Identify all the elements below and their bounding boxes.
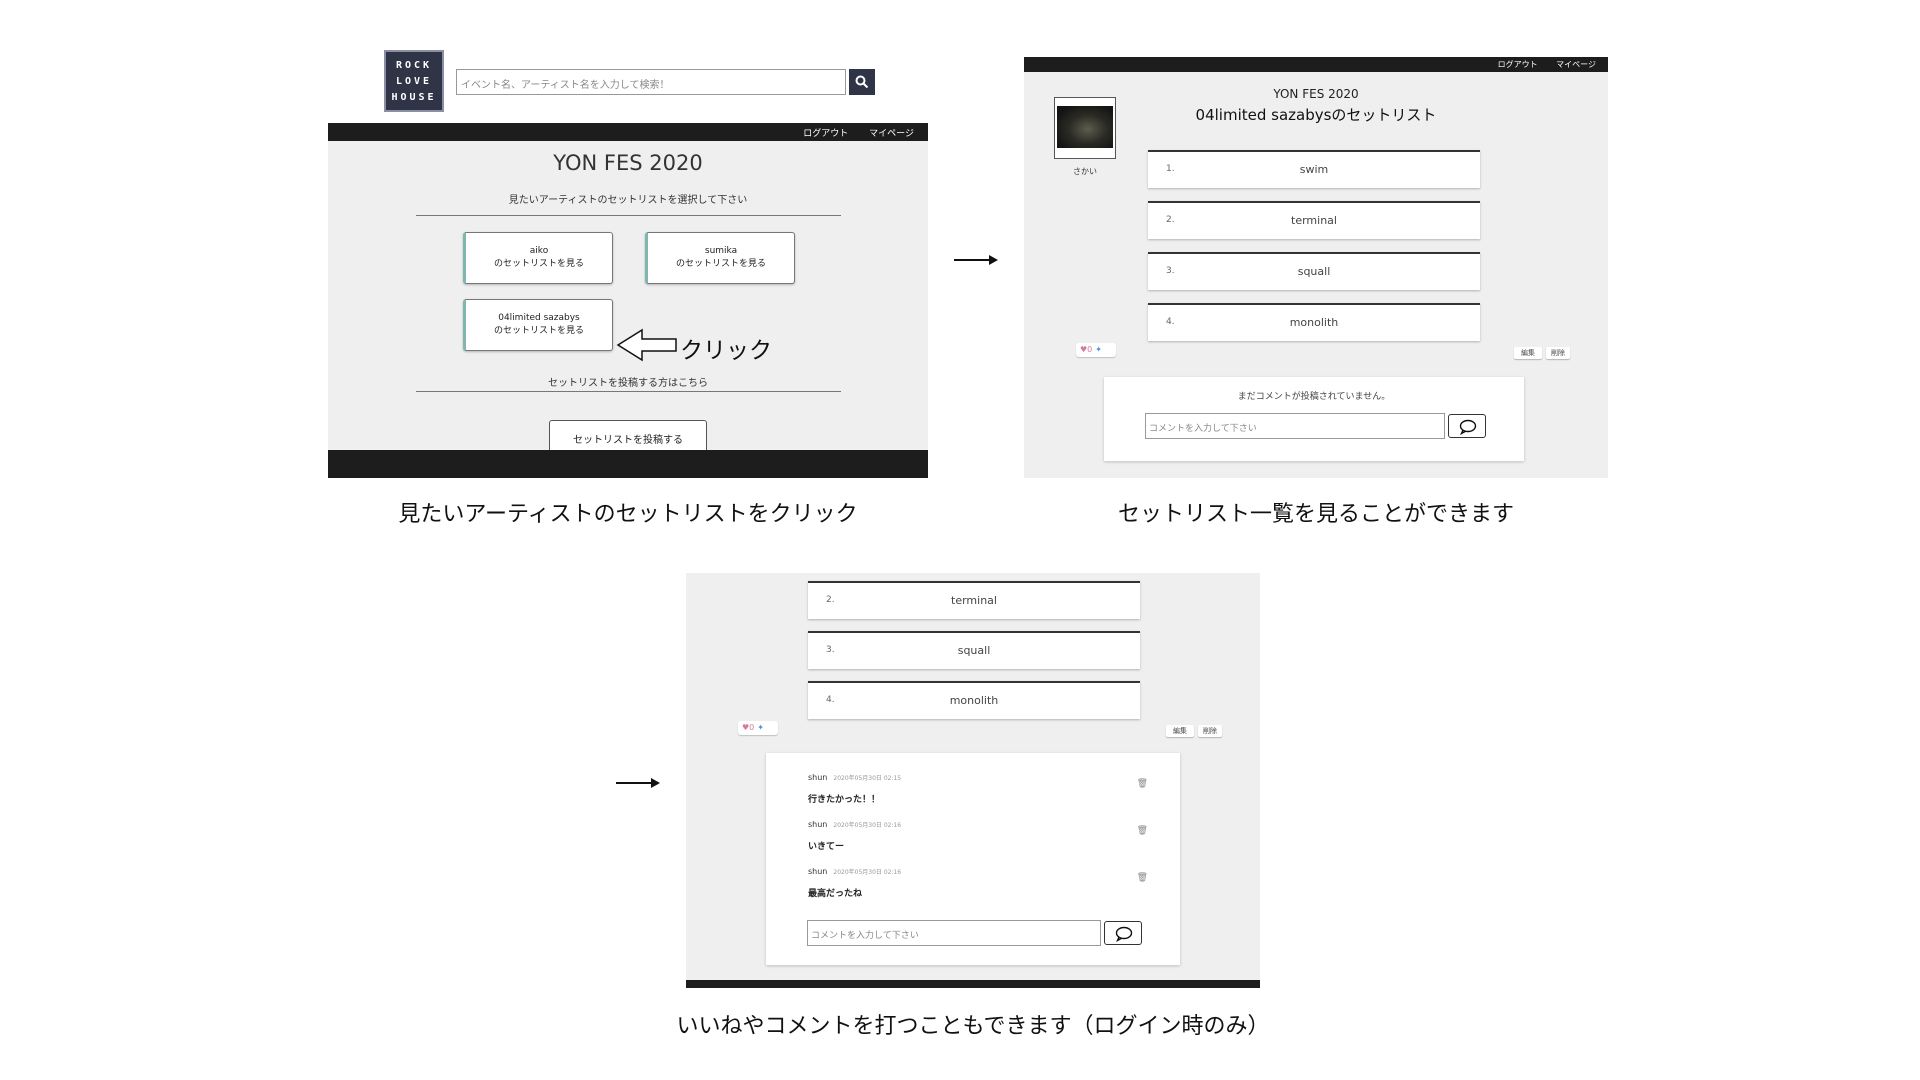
setlist-song: 2. terminal xyxy=(808,581,1140,619)
search-icon xyxy=(855,75,869,89)
artist-button-sumika[interactable]: sumika のセットリストを見る xyxy=(645,232,795,284)
edit-button[interactable]: 編集 xyxy=(1514,347,1542,359)
trash-icon[interactable]: 🗑 xyxy=(1137,779,1148,789)
logo-line: ROCK xyxy=(395,60,433,71)
delete-button[interactable]: 削除 xyxy=(1546,347,1570,359)
comment-input[interactable]: コメントを入力して下さい xyxy=(807,920,1101,946)
song-name: swim xyxy=(1299,163,1329,176)
caption-1: 見たいアーティストのセットリストをクリック xyxy=(398,502,858,527)
comment-date: 2020年05月30日 02:16 xyxy=(833,869,902,876)
search-input[interactable]: イベント名、アーティスト名を入力して検索！ xyxy=(456,69,846,95)
edit-button[interactable]: 編集 xyxy=(1166,725,1194,737)
comment-text: 行きたかった！！ xyxy=(808,795,881,805)
divider xyxy=(416,215,841,216)
comment-date: 2020年05月30日 02:16 xyxy=(833,822,902,829)
song-name: terminal xyxy=(1291,214,1337,227)
logout-link[interactable]: ログアウト xyxy=(1498,60,1538,69)
artist-name: aiko xyxy=(529,246,549,256)
setlist-song: 3. squall xyxy=(1148,252,1480,290)
post-setlist-button[interactable]: セットリストを投稿する xyxy=(549,420,707,454)
panel-event-page: ROCK LOVE HOUSE イベント名、アーティスト名を入力して検索！ ログ… xyxy=(328,50,928,478)
panel-comments-page: 2. terminal 3. squall 4. monolith ♥0 ✦ 編集… xyxy=(686,573,1260,988)
comment-submit-button[interactable] xyxy=(1448,414,1486,438)
logo-line: HOUSE xyxy=(391,92,437,103)
comment-text: いきてー xyxy=(808,842,845,852)
divider xyxy=(416,391,841,392)
mypage-link[interactable]: マイページ xyxy=(869,129,914,139)
search-button[interactable] xyxy=(849,69,875,95)
trash-icon[interactable]: 🗑 xyxy=(1137,826,1148,836)
comment-section: まだコメントが投稿されていません。 コメントを入力して下さい xyxy=(1104,377,1524,461)
song-name: monolith xyxy=(1289,316,1339,329)
setlist-title: 04limited sazabysのセットリスト xyxy=(1195,106,1437,124)
comment-item: shun 2020年05月30日 02:15 行きたかった！！ 🗑 xyxy=(808,765,1148,805)
artist-button-aiko[interactable]: aiko のセットリストを見る xyxy=(463,232,613,284)
song-name: squall xyxy=(1297,265,1331,278)
speech-bubble-icon xyxy=(1459,419,1477,435)
event-title: YON FES 2020 xyxy=(553,151,703,175)
setlist-song: 1. swim xyxy=(1148,150,1480,188)
logo-line: LOVE xyxy=(395,76,433,87)
comment-item: shun 2020年05月30日 02:16 いきてー 🗑 xyxy=(808,812,1148,852)
speech-bubble-icon xyxy=(1115,926,1133,942)
no-comments-message: まだコメントが投稿されていません。 xyxy=(1237,392,1391,402)
top-nav: ログアウト マイページ xyxy=(328,123,928,141)
comment-user[interactable]: shun xyxy=(808,820,827,829)
song-name: monolith xyxy=(949,694,999,707)
twitter-icon[interactable]: ✦ xyxy=(1095,345,1102,354)
right-arrow-icon xyxy=(954,255,998,265)
artist-button-04limited-sazabys[interactable]: 04limited sazabys のセットリストを見る xyxy=(463,299,613,351)
setlist-song: 2. terminal xyxy=(1148,201,1480,239)
like-button[interactable]: ♥0 ✦ xyxy=(738,721,778,735)
right-arrow-icon xyxy=(616,778,660,788)
comment-user[interactable]: shun xyxy=(808,867,827,876)
setlist-song: 4. monolith xyxy=(808,681,1140,719)
top-nav: ログアウト マイページ xyxy=(1024,57,1608,72)
comment-input[interactable]: コメントを入力して下さい xyxy=(1145,413,1445,439)
trash-icon[interactable]: 🗑 xyxy=(1137,873,1148,883)
twitter-icon[interactable]: ✦ xyxy=(757,723,764,732)
event-content: YON FES 2020 見たいアーティストのセットリストを選択して下さい ai… xyxy=(328,141,928,454)
artist-action: のセットリストを見る xyxy=(675,259,766,269)
like-count: 0 xyxy=(1087,345,1093,354)
comment-submit-button[interactable] xyxy=(1104,921,1142,945)
artist-name: 04limited sazabys xyxy=(498,313,580,323)
post-prompt: セットリストを投稿する方はこちら xyxy=(548,378,708,389)
mypage-link[interactable]: マイページ xyxy=(1556,60,1596,69)
song-name: squall xyxy=(957,644,991,657)
comment-date: 2020年05月30日 02:15 xyxy=(833,775,902,782)
artist-action: のセットリストを見る xyxy=(493,259,584,269)
logout-link[interactable]: ログアウト xyxy=(803,129,848,139)
site-logo[interactable]: ROCK LOVE HOUSE xyxy=(384,50,444,112)
caption-3: いいねやコメントを打つこともできます（ログイン時のみ） xyxy=(676,1014,1270,1039)
comment-item: shun 2020年05月30日 02:16 最高だったね 🗑 xyxy=(808,859,1148,899)
setlist-song: 3. squall xyxy=(808,631,1140,669)
click-annotation: クリック xyxy=(680,338,772,364)
artist-name: sumika xyxy=(704,246,738,256)
event-title: YON FES 2020 xyxy=(1273,87,1359,101)
footer xyxy=(686,980,1260,988)
artist-action: のセットリストを見る xyxy=(493,326,584,336)
footer xyxy=(328,450,928,478)
like-count: 0 xyxy=(749,723,755,732)
panel-setlist-page: ログアウト マイページ さかい YON FES 2020 04limited s… xyxy=(1024,57,1608,478)
delete-button[interactable]: 削除 xyxy=(1198,725,1222,737)
like-button[interactable]: ♥0 ✦ xyxy=(1076,343,1116,357)
user-name[interactable]: さかい xyxy=(1054,166,1116,177)
comment-section: shun 2020年05月30日 02:15 行きたかった！！ 🗑 shun 202… xyxy=(766,753,1180,965)
caption-2: セットリスト一覧を見ることができます xyxy=(1117,502,1514,527)
select-prompt: 見たいアーティストのセットリストを選択して下さい xyxy=(508,195,748,206)
comment-text: 最高だったね xyxy=(808,889,863,899)
song-name: terminal xyxy=(951,594,997,607)
comment-user[interactable]: shun xyxy=(808,773,827,782)
left-arrow-icon xyxy=(616,328,677,362)
setlist-song: 4. monolith xyxy=(1148,303,1480,341)
